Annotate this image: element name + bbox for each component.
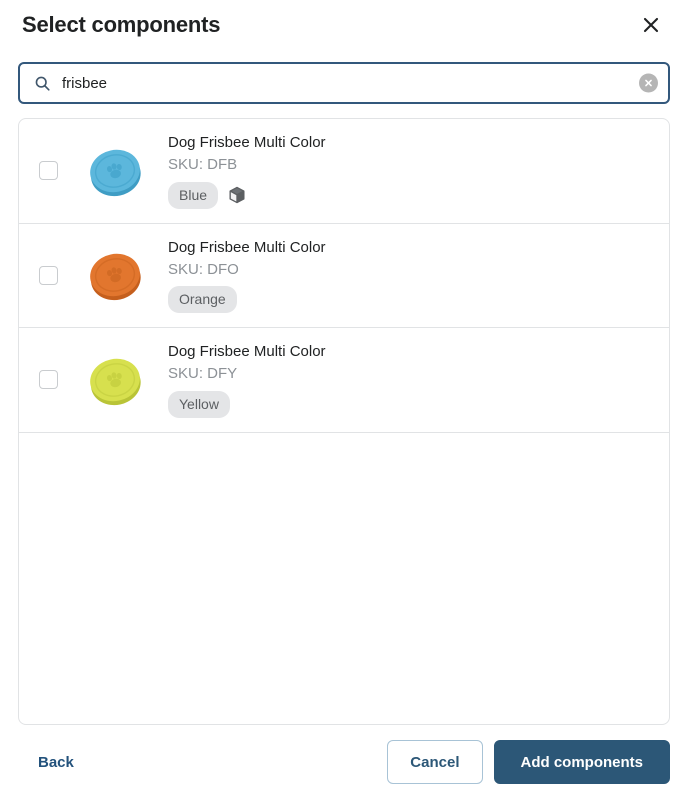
row-checkbox[interactable]	[39, 370, 58, 390]
component-list[interactable]: Dog Frisbee Multi Color SKU: DFB Blue Dog F…	[18, 118, 670, 725]
clear-icon[interactable]	[639, 73, 658, 93]
product-sku: SKU: DFO	[168, 260, 239, 278]
search-section	[0, 50, 688, 104]
select-components-modal: Select components Dog Frisbee	[0, 0, 688, 799]
product-sku: SKU: DFY	[168, 365, 238, 383]
row-checkbox[interactable]	[39, 265, 58, 285]
list-item-body: Dog Frisbee Multi Color SKU: DFB Blue	[168, 133, 653, 209]
list-item[interactable]: Dog Frisbee Multi Color SKU: DFB Blue	[19, 119, 669, 224]
variant-badge: Blue	[168, 181, 219, 209]
close-icon[interactable]	[636, 10, 666, 40]
results-section: Dog Frisbee Multi Color SKU: DFB Blue Dog F…	[0, 104, 688, 725]
box-icon	[227, 186, 246, 205]
search-field[interactable]	[18, 62, 670, 104]
modal-header: Select components	[0, 0, 688, 50]
product-title: Dog Frisbee Multi Color	[168, 238, 326, 256]
list-item-body: Dog Frisbee Multi Color SKU: DFY Yellow	[168, 342, 653, 418]
product-thumbnail	[82, 138, 148, 204]
row-checkbox[interactable]	[39, 161, 58, 181]
list-item[interactable]: Dog Frisbee Multi Color SKU: DFO Orange	[19, 224, 669, 328]
list-item-meta: Yellow	[168, 390, 653, 418]
variant-badge: Orange	[168, 286, 237, 313]
add-components-button[interactable]: Add components	[493, 740, 670, 784]
search-icon	[32, 73, 52, 93]
variant-badge: Yellow	[168, 390, 230, 418]
product-title: Dog Frisbee Multi Color	[168, 134, 326, 151]
footer-actions: Cancel Add components	[387, 740, 670, 784]
product-title: Dog Frisbee Multi Color	[168, 343, 326, 360]
list-item[interactable]: Dog Frisbee Multi Color SKU: DFY Yellow	[19, 328, 669, 433]
product-sku: SKU: DFB	[168, 156, 238, 174]
search-input[interactable]	[62, 64, 628, 102]
list-item-body: Dog Frisbee Multi Color SKU: DFO Orange	[168, 238, 653, 313]
list-item-meta: Orange	[168, 286, 653, 313]
back-button[interactable]: Back	[18, 748, 94, 777]
product-thumbnail	[82, 242, 148, 308]
product-thumbnail	[82, 347, 148, 413]
cancel-button[interactable]: Cancel	[387, 740, 483, 784]
list-item-meta: Blue	[168, 181, 653, 209]
modal-footer: Back Cancel Add components	[0, 725, 688, 799]
page-title: Select components	[22, 12, 221, 37]
